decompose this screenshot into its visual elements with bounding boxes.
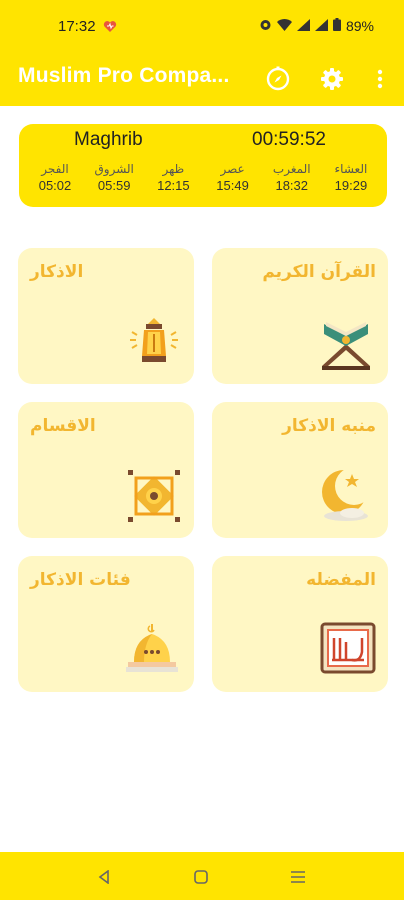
back-icon[interactable] <box>93 866 115 888</box>
battery-icon <box>332 18 341 34</box>
islamic-pattern-icon <box>126 468 182 528</box>
prayer-name: عصر <box>220 162 245 176</box>
lantern-icon <box>126 314 182 374</box>
prayer-time-item: المغرب 18:32 <box>264 162 320 193</box>
more-vert-icon[interactable] <box>365 64 395 94</box>
recents-icon[interactable] <box>287 866 309 888</box>
tile-adhkar[interactable]: الاذكار <box>18 248 194 384</box>
prayer-time-item: ظهر 12:15 <box>145 162 201 193</box>
tile-adhkar-categories[interactable]: فئات الاذكار <box>18 556 194 692</box>
tile-label: الاقسام <box>30 416 96 436</box>
mosque-dome-icon <box>124 622 180 682</box>
tile-adhkar-alarm[interactable]: منبه الاذكار <box>212 402 388 538</box>
current-prayer-name: Maghrib <box>74 129 143 150</box>
app-bar: Muslim Pro Compa... <box>0 52 404 106</box>
prayer-countdown: 00:59:52 <box>252 129 326 150</box>
tile-label: فئات الاذكار <box>30 570 131 590</box>
signal-icon <box>314 18 328 34</box>
tile-quran[interactable]: القرآن الكريم <box>212 248 388 384</box>
prayer-time: 18:32 <box>275 178 309 193</box>
app-title: Muslim Pro Compa... <box>18 64 230 87</box>
quran-icon <box>318 316 374 376</box>
prayer-times-row: الفجر 05:02 الشروق 05:59 ظهر 12:15 عصر 1… <box>27 162 379 193</box>
prayer-name: ظهر <box>162 162 185 176</box>
prayer-time: 15:49 <box>216 178 249 193</box>
compass-icon[interactable] <box>263 64 293 94</box>
status-icons: 89% <box>259 18 374 34</box>
gear-icon[interactable] <box>317 64 347 94</box>
tile-label: الاذكار <box>30 262 84 282</box>
prayer-name: الفجر <box>41 162 69 176</box>
prayer-time-item: الشروق 05:59 <box>86 162 142 193</box>
prayer-time-item: العشاء 19:29 <box>323 162 379 193</box>
prayer-time: 05:59 <box>97 178 131 193</box>
tile-label: المفضله <box>306 570 376 590</box>
prayer-time-item: الفجر 05:02 <box>27 162 83 193</box>
heart-icon <box>103 18 117 37</box>
tile-sections[interactable]: الاقسام <box>18 402 194 538</box>
prayer-time: 05:02 <box>38 178 72 193</box>
prayer-name: المغرب <box>272 162 311 176</box>
alarm-icon <box>259 18 272 34</box>
home-icon[interactable] <box>190 866 212 888</box>
prayer-name: العشاء <box>334 162 368 176</box>
wifi-icon <box>276 18 292 34</box>
status-time: 17:32 <box>58 18 96 35</box>
status-bar: 17:32 89% <box>0 0 404 52</box>
prayer-time-item: عصر 15:49 <box>205 162 261 193</box>
allah-calligraphy-icon <box>320 622 376 678</box>
system-nav-bar <box>0 852 404 900</box>
battery-level: 89% <box>345 18 374 34</box>
tile-label: منبه الاذكار <box>282 416 376 436</box>
prayer-time: 19:29 <box>334 178 368 193</box>
signal-icon <box>296 18 310 34</box>
tile-favorites[interactable]: المفضله <box>212 556 388 692</box>
prayer-name: الشروق <box>94 162 134 176</box>
tile-label: القرآن الكريم <box>262 262 376 282</box>
prayer-times-card: Maghrib 00:59:52 الفجر 05:02 الشروق 05:5… <box>19 124 387 207</box>
crescent-moon-icon <box>318 466 374 530</box>
prayer-time: 12:15 <box>157 178 190 193</box>
